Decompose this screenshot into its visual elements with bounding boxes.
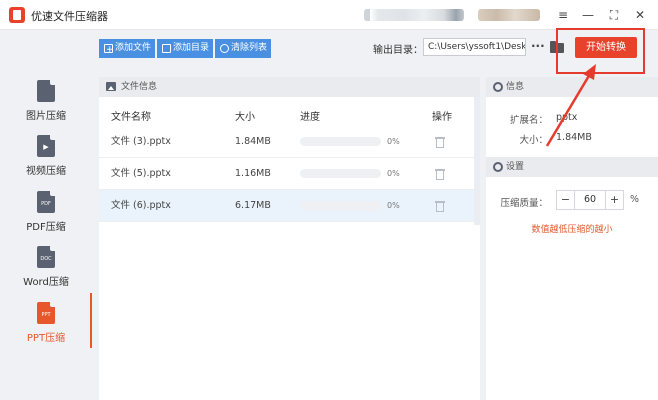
- sidebar-item-label: 视频压缩: [26, 166, 66, 177]
- file-list-panel: 文件信息 文件名称 大小 进度 操作 文件 (3).pptx 1.84MB 0%…: [99, 77, 480, 400]
- sidebar: 图片压缩 ▶ 视频压缩 PDF PDF压缩 DOC Word压缩 PPT PPT…: [0, 31, 92, 400]
- file-name: 文件 (3).pptx: [111, 136, 171, 147]
- output-path-input[interactable]: C:\Users\yssoft1\Deskt: [423, 38, 526, 56]
- sidebar-item-label: PDF压缩: [26, 222, 66, 233]
- increase-button[interactable]: +: [605, 191, 623, 209]
- sidebar-item-label: Word压缩: [23, 277, 69, 288]
- sidebar-item-label: 图片压缩: [26, 111, 66, 122]
- sidebar-item-image[interactable]: 图片压缩: [0, 80, 92, 132]
- quality-hint: 数值越低压缩的越小: [531, 225, 613, 235]
- table-row[interactable]: 文件 (5).pptx 1.16MB 0%: [99, 158, 480, 190]
- add-file-label: 添加文件: [115, 43, 152, 53]
- progress-percent: 0%: [387, 169, 400, 178]
- browse-more-button[interactable]: ···: [531, 38, 545, 56]
- clear-icon: [220, 44, 229, 53]
- app-logo-icon: [9, 7, 25, 23]
- col-progress: 进度: [300, 112, 320, 123]
- close-icon[interactable]: ✕: [632, 7, 648, 23]
- annotation-arrow: [545, 64, 596, 147]
- add-folder-button[interactable]: 添加目录: [157, 39, 213, 58]
- quality-stepper: − 60 +: [556, 190, 624, 210]
- quality-input[interactable]: 60: [575, 191, 605, 209]
- progress-bar: [300, 201, 381, 210]
- pdf-file-icon: PDF: [37, 191, 55, 213]
- image-icon: [106, 82, 116, 91]
- settings-title: 设置: [506, 162, 525, 172]
- progress-percent: 0%: [387, 137, 400, 146]
- user-avatar-blurred[interactable]: [478, 9, 540, 21]
- sidebar-item-pdf[interactable]: PDF PDF压缩: [0, 191, 92, 243]
- sidebar-item-word[interactable]: DOC Word压缩: [0, 246, 92, 298]
- settings-header: 设置: [486, 157, 658, 177]
- delete-icon[interactable]: [435, 136, 445, 148]
- title-bar: 优速文件压缩器 ≡ — ⛶ ✕: [0, 0, 658, 30]
- percent-unit: %: [630, 194, 640, 205]
- progress-bar: [300, 169, 381, 178]
- image-file-icon: [37, 80, 55, 102]
- folder-icon: [162, 44, 171, 53]
- file-size: 1.84MB: [235, 136, 271, 147]
- gear-icon: [493, 162, 503, 172]
- ppt-file-icon: PPT: [37, 302, 55, 324]
- menu-icon[interactable]: ≡: [555, 7, 571, 23]
- sidebar-item-ppt[interactable]: PPT PPT压缩: [0, 302, 92, 354]
- delete-icon[interactable]: [435, 200, 445, 212]
- app-title: 优速文件压缩器: [31, 10, 108, 23]
- file-size: 6.17MB: [235, 200, 271, 211]
- col-name: 文件名称: [111, 112, 151, 123]
- quality-label: 压缩质量：: [500, 198, 548, 209]
- active-nav-indicator: [90, 293, 92, 348]
- gear-icon: [493, 82, 503, 92]
- add-folder-label: 添加目录: [173, 43, 210, 53]
- clear-list-label: 清除列表: [231, 43, 268, 53]
- account-info-blurred[interactable]: [364, 9, 464, 21]
- table-row[interactable]: 文件 (6).pptx 6.17MB 0%: [99, 190, 480, 222]
- delete-icon[interactable]: [435, 168, 445, 180]
- output-dir-label: 输出目录：: [373, 45, 423, 56]
- sidebar-item-label: PPT压缩: [26, 333, 66, 344]
- file-size: 1.16MB: [235, 168, 271, 179]
- add-file-button[interactable]: 添加文件: [99, 39, 155, 60]
- file-name: 文件 (5).pptx: [111, 168, 171, 179]
- maximize-icon[interactable]: ⛶: [606, 7, 622, 23]
- scrollbar[interactable]: [474, 97, 480, 225]
- minimize-icon[interactable]: —: [580, 7, 596, 23]
- file-name: 文件 (6).pptx: [111, 200, 171, 211]
- decrease-button[interactable]: −: [557, 191, 575, 209]
- doc-file-icon: DOC: [37, 246, 55, 268]
- clear-list-button[interactable]: 清除列表: [215, 39, 271, 58]
- table-row[interactable]: 文件 (3).pptx 1.84MB 0%: [99, 126, 480, 158]
- col-size: 大小: [235, 112, 255, 123]
- file-panel-header: 文件信息: [99, 77, 480, 97]
- sidebar-item-video[interactable]: ▶ 视频压缩: [0, 135, 92, 187]
- video-file-icon: ▶: [37, 135, 55, 157]
- progress-percent: 0%: [387, 201, 400, 210]
- file-panel-title: 文件信息: [121, 82, 158, 92]
- start-convert-button[interactable]: 开始转换: [575, 37, 637, 58]
- col-action: 操作: [432, 112, 452, 123]
- add-file-icon: [104, 41, 114, 60]
- progress-bar: [300, 137, 381, 146]
